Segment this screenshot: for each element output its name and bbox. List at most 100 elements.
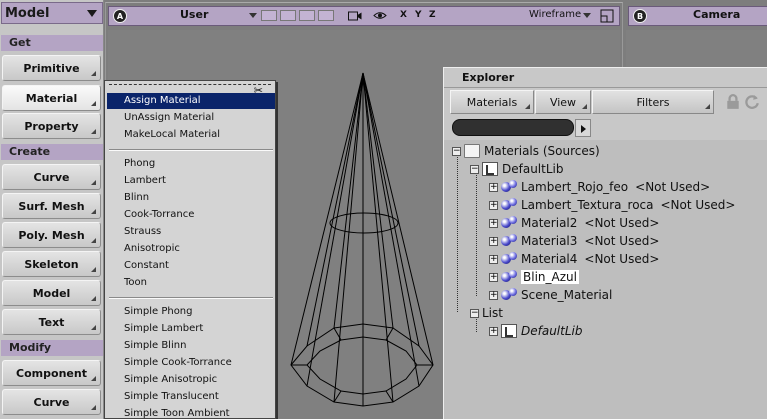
softimage-workspace: Model Get Primitive Material Property Cr… (0, 0, 767, 419)
menu-item-phong[interactable]: Phong (107, 156, 275, 172)
submenu-indicator-icon (91, 101, 96, 106)
material-node[interactable]: + Lambert_Rojo_feo <Not Used> (489, 178, 710, 196)
submenu-indicator-icon (91, 209, 96, 214)
skeleton-button[interactable]: Skeleton (2, 251, 101, 277)
library-icon (482, 162, 498, 176)
poly-mesh-button[interactable]: Poly. Mesh (2, 222, 101, 248)
tree-node-list-library[interactable]: + DefaultLib (489, 322, 582, 340)
submenu-indicator-icon (91, 296, 96, 301)
z-axis-toggle[interactable]: Z (429, 10, 436, 20)
material-button[interactable]: Material (2, 85, 101, 111)
model-button[interactable]: Model (2, 280, 101, 306)
expand-icon[interactable]: + (489, 326, 498, 336)
menu-item-anisotropic[interactable]: Anisotropic (107, 241, 275, 257)
layout-toggle[interactable] (280, 10, 296, 21)
material-sphere-icon (501, 288, 517, 302)
submenu-indicator-icon (91, 376, 96, 381)
collapse-icon[interactable]: − (470, 308, 479, 318)
material-node[interactable]: + Scene_Material (489, 286, 612, 304)
material-node[interactable]: + Material3 <Not Used> (489, 232, 659, 250)
menu-item-constant[interactable]: Constant (107, 258, 275, 274)
text-button[interactable]: Text (2, 309, 101, 335)
tree-node-root[interactable]: − Materials (Sources) (452, 142, 600, 160)
mode-selector[interactable]: Model (1, 2, 103, 24)
layout-toggle[interactable] (299, 10, 315, 21)
x-axis-toggle[interactable]: X (400, 10, 407, 20)
material-sphere-icon (501, 180, 517, 194)
search-go-button[interactable] (575, 119, 591, 137)
tree-node-list[interactable]: − List (470, 304, 503, 322)
submenu-indicator-icon (91, 325, 96, 330)
component-button[interactable]: Component (2, 360, 101, 386)
maximize-icon[interactable] (600, 9, 614, 23)
menu-item-simple-lambert[interactable]: Simple Lambert (107, 321, 275, 337)
material-node[interactable]: + Material4 <Not Used> (489, 250, 659, 268)
tree-node-label: List (482, 306, 503, 320)
material-node-selected[interactable]: + Blin_Azul (489, 268, 579, 286)
menu-item-simple-blinn[interactable]: Simple Blinn (107, 338, 275, 354)
submenu-indicator-icon (582, 104, 587, 109)
expand-icon[interactable]: + (489, 200, 498, 210)
menu-item-blinn[interactable]: Blinn (107, 190, 275, 206)
submenu-indicator-icon (91, 238, 96, 243)
submenu-indicator-icon (705, 104, 710, 109)
menu-separator (109, 297, 273, 299)
menu-item-cook-torrance[interactable]: Cook-Torrance (107, 207, 275, 223)
expand-icon[interactable]: + (489, 182, 498, 192)
menu-item-strauss[interactable]: Strauss (107, 224, 275, 240)
lock-icon[interactable] (725, 94, 741, 110)
menu-item-simple-translucent[interactable]: Simple Translucent (107, 389, 275, 405)
shading-mode-selector[interactable]: Wireframe (529, 9, 581, 20)
layout-toggle[interactable] (261, 10, 277, 21)
layout-toggle[interactable] (318, 10, 334, 21)
collapse-icon[interactable]: − (452, 146, 461, 156)
primitive-button[interactable]: Primitive (2, 55, 101, 81)
search-input[interactable] (452, 119, 574, 136)
explorer-filters-button[interactable]: Filters (592, 90, 714, 114)
material-sphere-icon (501, 234, 517, 248)
expand-icon[interactable]: + (489, 254, 498, 264)
surf-mesh-button[interactable]: Surf. Mesh (2, 193, 101, 219)
explorer-title: Explorer (444, 68, 767, 88)
viewport-a-badge[interactable]: A (113, 9, 127, 23)
chevron-down-icon[interactable] (249, 13, 257, 18)
menu-tearoff[interactable]: ✂ (109, 84, 271, 97)
modify-curve-button[interactable]: Curve (2, 389, 101, 415)
main-toolbar: Model Get Primitive Material Property Cr… (0, 0, 104, 419)
viewport-a-header: A User X Y Z Wireframe (108, 6, 620, 26)
explorer-view-button[interactable]: View (535, 90, 591, 114)
menu-item-simple-cook-torrance[interactable]: Simple Cook-Torrance (107, 355, 275, 371)
material-node[interactable]: + Material2 <Not Used> (489, 214, 659, 232)
expand-icon[interactable]: + (489, 218, 498, 228)
material-node[interactable]: + Lambert_Textura_roca <Not Used> (489, 196, 735, 214)
refresh-icon[interactable] (744, 94, 760, 110)
menu-item-simple-toon-ambient[interactable]: Simple Toon Ambient (107, 406, 275, 419)
expand-icon[interactable]: + (489, 272, 498, 282)
eye-icon[interactable] (373, 10, 387, 21)
tree-node-library[interactable]: − DefaultLib (470, 160, 563, 178)
property-button[interactable]: Property (2, 113, 101, 139)
section-modify: Modify (1, 340, 103, 356)
section-create: Create (1, 144, 103, 160)
menu-item-lambert[interactable]: Lambert (107, 173, 275, 189)
expand-icon[interactable]: + (489, 290, 498, 300)
collapse-icon[interactable]: − (470, 164, 479, 174)
menu-item-toon[interactable]: Toon (107, 275, 275, 291)
expand-icon[interactable]: + (489, 236, 498, 246)
explorer-scope-button[interactable]: Materials (450, 90, 534, 114)
material-sphere-icon (501, 270, 517, 284)
curve-button[interactable]: Curve (2, 164, 101, 190)
camera-icon[interactable] (348, 10, 362, 21)
y-axis-toggle[interactable]: Y (415, 10, 422, 20)
material-sphere-icon (501, 198, 517, 212)
menu-item-simple-phong[interactable]: Simple Phong (107, 304, 275, 320)
camera-selector[interactable]: User (180, 8, 208, 21)
chevron-down-icon[interactable] (583, 13, 591, 18)
explorer-panel: Explorer Materials View Filters − Materi… (443, 67, 767, 419)
menu-item-assign-material[interactable]: Assign Material (107, 93, 275, 109)
viewport-b-badge[interactable]: B (633, 9, 647, 23)
menu-item-simple-anisotropic[interactable]: Simple Anisotropic (107, 372, 275, 388)
menu-item-unassign-material[interactable]: UnAssign Material (107, 110, 275, 126)
menu-item-makelocal-material[interactable]: MakeLocal Material (107, 127, 275, 143)
camera-selector[interactable]: Camera (693, 8, 740, 21)
